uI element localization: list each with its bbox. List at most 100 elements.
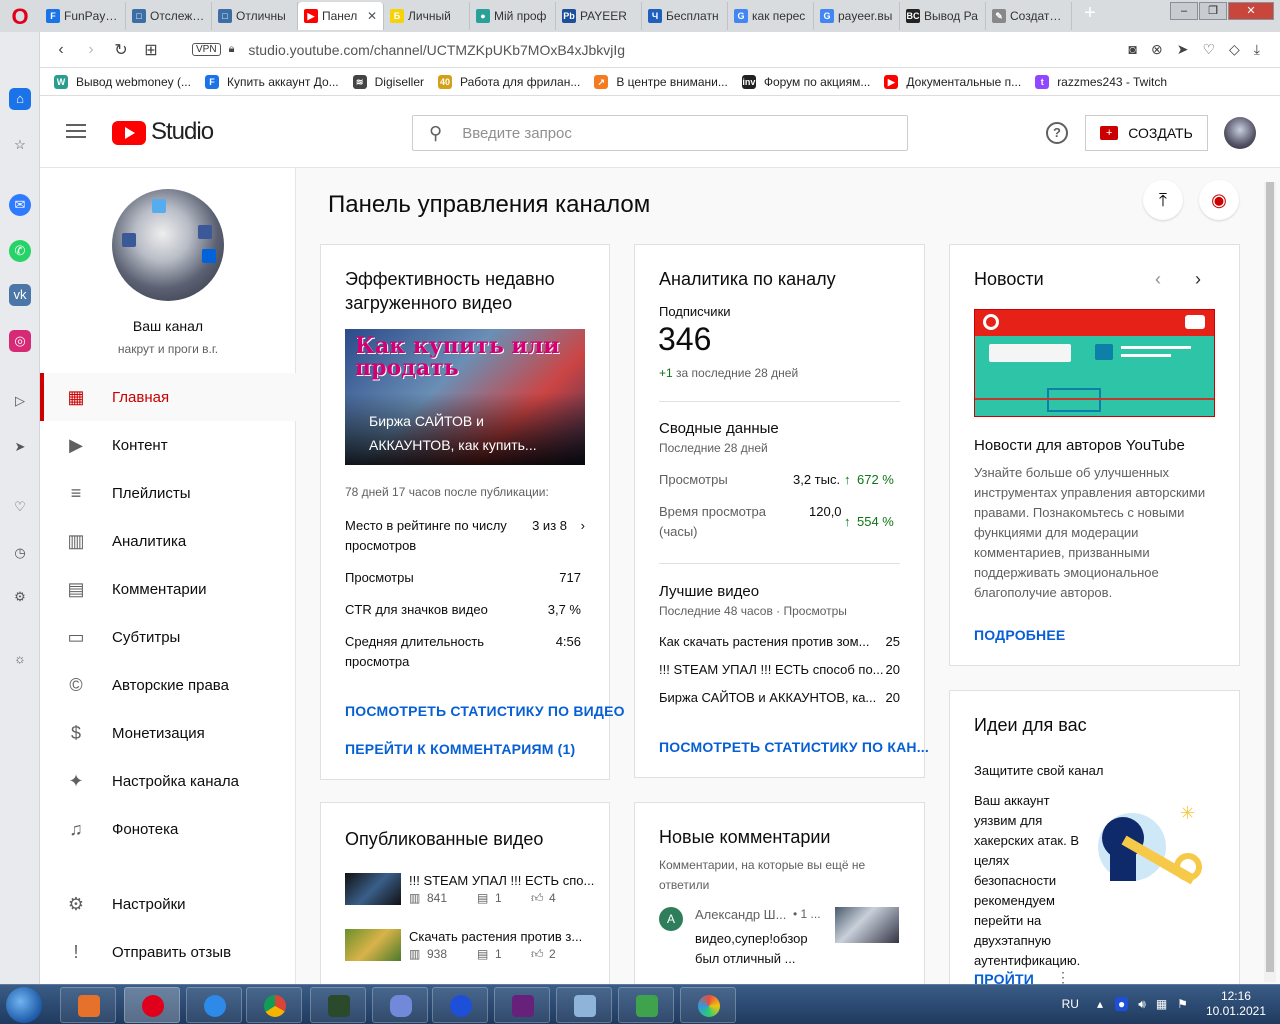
- browser-tab[interactable]: Ч Бесплатн: [642, 2, 728, 30]
- search-box[interactable]: ⚲: [412, 115, 908, 151]
- youtube-logo-icon[interactable]: [112, 121, 146, 145]
- taskbar-keyboard[interactable]: [556, 987, 612, 1023]
- rank-row[interactable]: Место в рейтинге по числу просмотров 3 и…: [345, 516, 585, 556]
- home-icon[interactable]: ⌂: [9, 88, 31, 110]
- browser-tab[interactable]: □ Отличны: [212, 2, 298, 30]
- flag-icon[interactable]: ⚑: [1177, 997, 1188, 1011]
- upload-icon[interactable]: ⤒: [1143, 180, 1183, 220]
- tray-app-icon[interactable]: ●: [1115, 997, 1129, 1011]
- video-thumbnail[interactable]: [835, 907, 899, 943]
- history-icon[interactable]: ◷: [9, 542, 31, 564]
- flow-icon[interactable]: ➤: [9, 436, 31, 458]
- sidebar-item[interactable]: ✦ Настройка канала: [40, 757, 296, 805]
- volume-icon[interactable]: 🔊︎: [1138, 997, 1146, 1012]
- bookmark-item[interactable]: ▶ Документальные п...: [884, 74, 1021, 89]
- bookmark-item[interactable]: inv Форум по акциям...: [741, 74, 870, 89]
- back-icon[interactable]: ‹: [46, 41, 76, 59]
- restore-icon[interactable]: ❐: [1199, 2, 1227, 20]
- taskbar-discord[interactable]: [372, 987, 428, 1023]
- bookmark-item[interactable]: W Вывод webmoney (...: [54, 74, 191, 89]
- taskbar-ie[interactable]: [186, 987, 242, 1023]
- more-link[interactable]: ПОДРОБНЕЕ: [974, 627, 1065, 643]
- published-video-row[interactable]: !!! STEAM УПАЛ !!! ЕСТЬ спо... ▥ 841 ▤ 1…: [345, 873, 594, 913]
- star-icon[interactable]: ☆: [9, 134, 31, 156]
- language-indicator[interactable]: RU: [1062, 997, 1079, 1011]
- lightbulb-icon[interactable]: ☼: [9, 648, 31, 670]
- scrollbar-thumb[interactable]: [1266, 182, 1274, 972]
- sidebar-item[interactable]: © Авторские права: [40, 661, 296, 709]
- taskbar-media[interactable]: [618, 987, 674, 1023]
- network-icon[interactable]: ▦: [1156, 997, 1167, 1011]
- video-thumbnail[interactable]: Как купить или продать Биржа САЙТОВ и АК…: [345, 329, 585, 465]
- camera-icon[interactable]: ◙: [1129, 41, 1137, 58]
- opera-logo-icon[interactable]: O: [10, 6, 30, 28]
- close-tab-icon[interactable]: ✕: [367, 9, 377, 23]
- new-tab-button[interactable]: +: [1080, 3, 1100, 24]
- browser-tab[interactable]: □ Отслежив: [126, 2, 212, 30]
- channel-stats-link[interactable]: ПОСМОТРЕТЬ СТАТИСТИКУ ПО КАН...: [659, 739, 929, 755]
- studio-wordmark[interactable]: Studio: [151, 118, 214, 146]
- sidebar-item[interactable]: $ Монетизация: [40, 709, 296, 757]
- sidebar-item[interactable]: ⚙ Настройки: [40, 880, 296, 928]
- cube-icon[interactable]: ◇: [1229, 41, 1240, 58]
- heart-icon[interactable]: ♡: [9, 496, 31, 518]
- commenter-avatar[interactable]: А: [659, 907, 683, 931]
- sidebar-item[interactable]: ! Отправить отзыв: [40, 928, 296, 976]
- browser-tab[interactable]: ▶ Панел ✕: [298, 2, 384, 30]
- browser-tab[interactable]: Gкак перес: [728, 2, 814, 30]
- taskbar-opera[interactable]: [124, 987, 180, 1023]
- video-stats-link[interactable]: ПОСМОТРЕТЬ СТАТИСТИКУ ПО ВИДЕО: [345, 703, 625, 719]
- sidebar-item[interactable]: ▶ Контент: [40, 421, 296, 469]
- reload-icon[interactable]: ↻: [106, 40, 136, 60]
- browser-tab[interactable]: ✎ Создать а: [986, 2, 1072, 30]
- speed-dial-icon[interactable]: ⊞: [136, 40, 166, 60]
- taskbar-app[interactable]: [432, 987, 488, 1023]
- top-video-row[interactable]: Как скачать растения против зом... 25: [659, 632, 900, 652]
- top-video-row[interactable]: Биржа САЙТОВ и АККАУНТОВ, ка... 20: [659, 688, 900, 708]
- adblock-icon[interactable]: ⊗: [1151, 41, 1163, 58]
- tray-chevron-icon[interactable]: ▴: [1097, 997, 1103, 1011]
- messenger-icon[interactable]: ✉: [9, 194, 31, 216]
- browser-tab[interactable]: Gpayeer.вы: [814, 2, 900, 30]
- send-icon[interactable]: ➤: [1177, 41, 1189, 58]
- start-button[interactable]: [6, 987, 42, 1023]
- channel-avatar[interactable]: [112, 189, 224, 301]
- sidebar-item[interactable]: ♫ Фонотека: [40, 805, 296, 853]
- comment-author[interactable]: Александр Ш...: [695, 907, 786, 922]
- taskbar-terminal[interactable]: [310, 987, 366, 1023]
- browser-tab[interactable]: F FunPay —: [40, 2, 126, 30]
- sidebar-item[interactable]: ▦ Главная: [40, 373, 296, 421]
- minimize-icon[interactable]: –: [1170, 2, 1198, 20]
- bookmark-item[interactable]: F Купить аккаунт До...: [204, 74, 339, 89]
- lock-icon[interactable]: 🔒︎: [229, 43, 235, 56]
- chevron-right-icon[interactable]: ›: [1195, 269, 1201, 290]
- taskbar-chrome[interactable]: [246, 987, 302, 1023]
- scrollbar[interactable]: [1264, 182, 1276, 982]
- search-input[interactable]: [462, 124, 863, 142]
- instagram-icon[interactable]: ◎: [9, 330, 31, 352]
- browser-tab[interactable]: Б Личный: [384, 2, 470, 30]
- published-video-row[interactable]: Скачать растения против з... ▥ 938 ▤ 1 👍…: [345, 929, 585, 969]
- url-field[interactable]: studio.youtube.com/channel/UCTMZKpUKb7MO…: [248, 42, 625, 58]
- bookmark-item[interactable]: t razzmes243 - Twitch: [1035, 74, 1167, 89]
- account-avatar[interactable]: [1224, 117, 1256, 149]
- taskbar-paint[interactable]: [680, 987, 736, 1023]
- download-icon[interactable]: ⤓: [1254, 41, 1260, 58]
- taskbar-media-player[interactable]: [60, 987, 116, 1023]
- go-live-icon[interactable]: ◉: [1199, 180, 1239, 220]
- news-image[interactable]: [974, 309, 1215, 417]
- sidebar-item[interactable]: ▭ Субтитры: [40, 613, 296, 661]
- sidebar-item[interactable]: ▥ Аналитика: [40, 517, 296, 565]
- sidebar-item[interactable]: ≡ Плейлисты: [40, 469, 296, 517]
- chevron-left-icon[interactable]: ‹: [1155, 269, 1161, 290]
- browser-tab[interactable]: ● Мій проф: [470, 2, 556, 30]
- sidebar-item[interactable]: ▤ Комментарии: [40, 565, 296, 613]
- more-options-icon[interactable]: ⋮: [1056, 969, 1070, 984]
- bookmark-item[interactable]: ≋ Digiseller: [352, 74, 424, 89]
- browser-tab[interactable]: BC Вывод Ра: [900, 2, 986, 30]
- top-video-row[interactable]: !!! STEAM УПАЛ !!! ЕСТЬ способ по... 20: [659, 660, 900, 680]
- help-icon[interactable]: ?: [1046, 122, 1068, 144]
- proceed-link[interactable]: ПРОЙТИ: [974, 971, 1034, 984]
- forward-icon[interactable]: ›: [76, 41, 106, 59]
- bookmark-item[interactable]: 40 Работа для фрилан...: [438, 74, 580, 89]
